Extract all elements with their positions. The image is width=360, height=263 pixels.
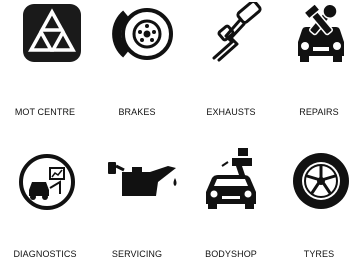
service-tile-exhausts[interactable]: EXHAUSTS [186, 2, 276, 117]
service-tile-diagnostics[interactable]: DIAGNOSTICS [0, 148, 90, 259]
services-grid: MOT CENTRE BRAKES EXHAUSTS REPAIRS DIAGN… [0, 0, 360, 263]
service-label: BRAKES [118, 107, 156, 117]
service-label: DIAGNOSTICS [13, 249, 77, 259]
service-tile-tyres[interactable]: TYRES [274, 148, 360, 259]
exhaust-pipe-icon [212, 2, 262, 62]
service-label: TYRES [303, 249, 335, 259]
diagnostics-gauge-icon [19, 154, 75, 210]
service-tile-repairs[interactable]: REPAIRS [274, 2, 360, 117]
service-tile-brakes[interactable]: BRAKES [92, 2, 182, 117]
service-label: EXHAUSTS [206, 107, 256, 117]
service-label: BODYSHOP [205, 249, 257, 259]
tyre-icon [293, 153, 349, 209]
service-tile-bodyshop[interactable]: BODYSHOP [186, 148, 276, 259]
service-tile-servicing[interactable]: SERVICING [92, 148, 182, 259]
brake-disc-icon [112, 8, 173, 60]
service-label: REPAIRS [299, 107, 339, 117]
service-label: MOT CENTRE [14, 107, 76, 117]
service-tile-mot-centre[interactable]: MOT CENTRE [0, 2, 90, 117]
mot-triangles-icon [23, 4, 81, 62]
oil-can-icon [108, 162, 177, 196]
spray-gun-car-icon [206, 148, 256, 209]
car-repair-icon [298, 3, 344, 62]
service-label: SERVICING [111, 249, 163, 259]
